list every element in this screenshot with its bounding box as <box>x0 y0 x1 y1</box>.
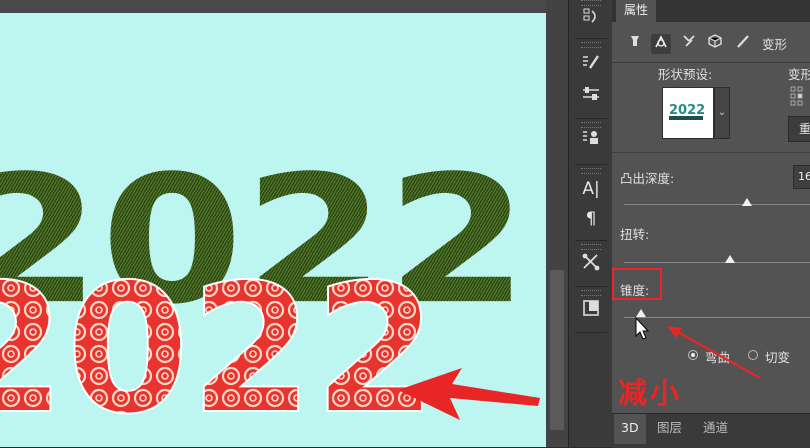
tab-properties[interactable]: 属性 <box>616 0 657 22</box>
front-face: 2022 <box>0 246 437 447</box>
shear-radio-label[interactable]: 切变 <box>765 347 790 366</box>
twist-slider[interactable] <box>624 262 810 263</box>
scene-icon[interactable] <box>628 34 642 52</box>
tab-3d[interactable]: 3D <box>614 414 646 444</box>
bottom-panel-tabs: 3D 图层 通道 <box>612 413 810 448</box>
panel-grip[interactable] <box>581 168 601 174</box>
shape-preset-thumbnail[interactable]: 2022 <box>662 87 714 139</box>
panel-grip[interactable] <box>581 42 601 48</box>
deform-icon[interactable] <box>682 34 696 52</box>
vertical-scrollbar[interactable] <box>546 0 568 447</box>
reduce-annotation-caption: 减小 <box>618 376 683 410</box>
extruded-text-artwork: 2022 2022 <box>0 139 529 447</box>
deform-axis-grid[interactable] <box>790 86 810 108</box>
history-icon[interactable] <box>576 6 606 34</box>
twist-label: 扭转: <box>620 227 650 242</box>
shape-preset-label: 形状预设: <box>658 67 713 82</box>
extrusion-depth-input[interactable]: 16 <box>793 165 810 189</box>
scrollbar-thumb[interactable] <box>550 270 564 430</box>
tab-layers[interactable]: 图层 <box>650 414 689 444</box>
canvas-area[interactable]: 2022 2022 <box>0 0 568 447</box>
twist-slider-thumb[interactable] <box>725 255 736 263</box>
shape-preset-dropdown[interactable]: ⌄ <box>714 87 730 139</box>
panel-grip[interactable] <box>581 244 601 250</box>
taper-label: 锥度: <box>620 283 650 298</box>
tab-channels[interactable]: 通道 <box>696 414 735 444</box>
extrusion-depth-slider[interactable] <box>624 204 810 205</box>
panel-grip[interactable] <box>581 290 601 296</box>
reset-deformation-button[interactable]: 重 <box>788 116 810 142</box>
panel-tabbar: 属性 <box>612 0 810 22</box>
layer-comps-icon[interactable] <box>576 298 606 326</box>
properties-mode-bar: 变形 <box>612 22 810 63</box>
shear-radio[interactable] <box>748 350 758 360</box>
taper-slider-thumb[interactable] <box>635 309 646 317</box>
document-canvas[interactable]: 2022 2022 <box>0 13 546 447</box>
extrusion-depth-slider-thumb[interactable] <box>741 198 752 206</box>
character-icon[interactable]: A| <box>576 175 606 203</box>
brush-settings-icon[interactable] <box>576 52 606 80</box>
mesh-icon[interactable] <box>651 34 671 54</box>
paragraph-icon[interactable]: ¶ <box>576 205 606 233</box>
coordinates-icon[interactable] <box>736 34 750 52</box>
adjustments-icon[interactable] <box>576 84 606 112</box>
cap-icon[interactable] <box>708 34 722 52</box>
bend-radio-label[interactable]: 弯曲 <box>705 347 730 366</box>
panel-toolstrip: A| ¶ <box>568 0 614 447</box>
deform-axis-label: 变形 <box>788 67 810 82</box>
deform-section-label: 变形 <box>762 37 788 52</box>
bend-radio[interactable] <box>688 350 698 360</box>
extrusion-depth-label: 凸出深度: <box>620 171 675 186</box>
svg-text:2022: 2022 <box>669 103 705 118</box>
tool-presets-icon[interactable] <box>576 252 606 280</box>
clone-source-icon[interactable] <box>576 128 606 156</box>
taper-slider[interactable] <box>624 317 810 318</box>
